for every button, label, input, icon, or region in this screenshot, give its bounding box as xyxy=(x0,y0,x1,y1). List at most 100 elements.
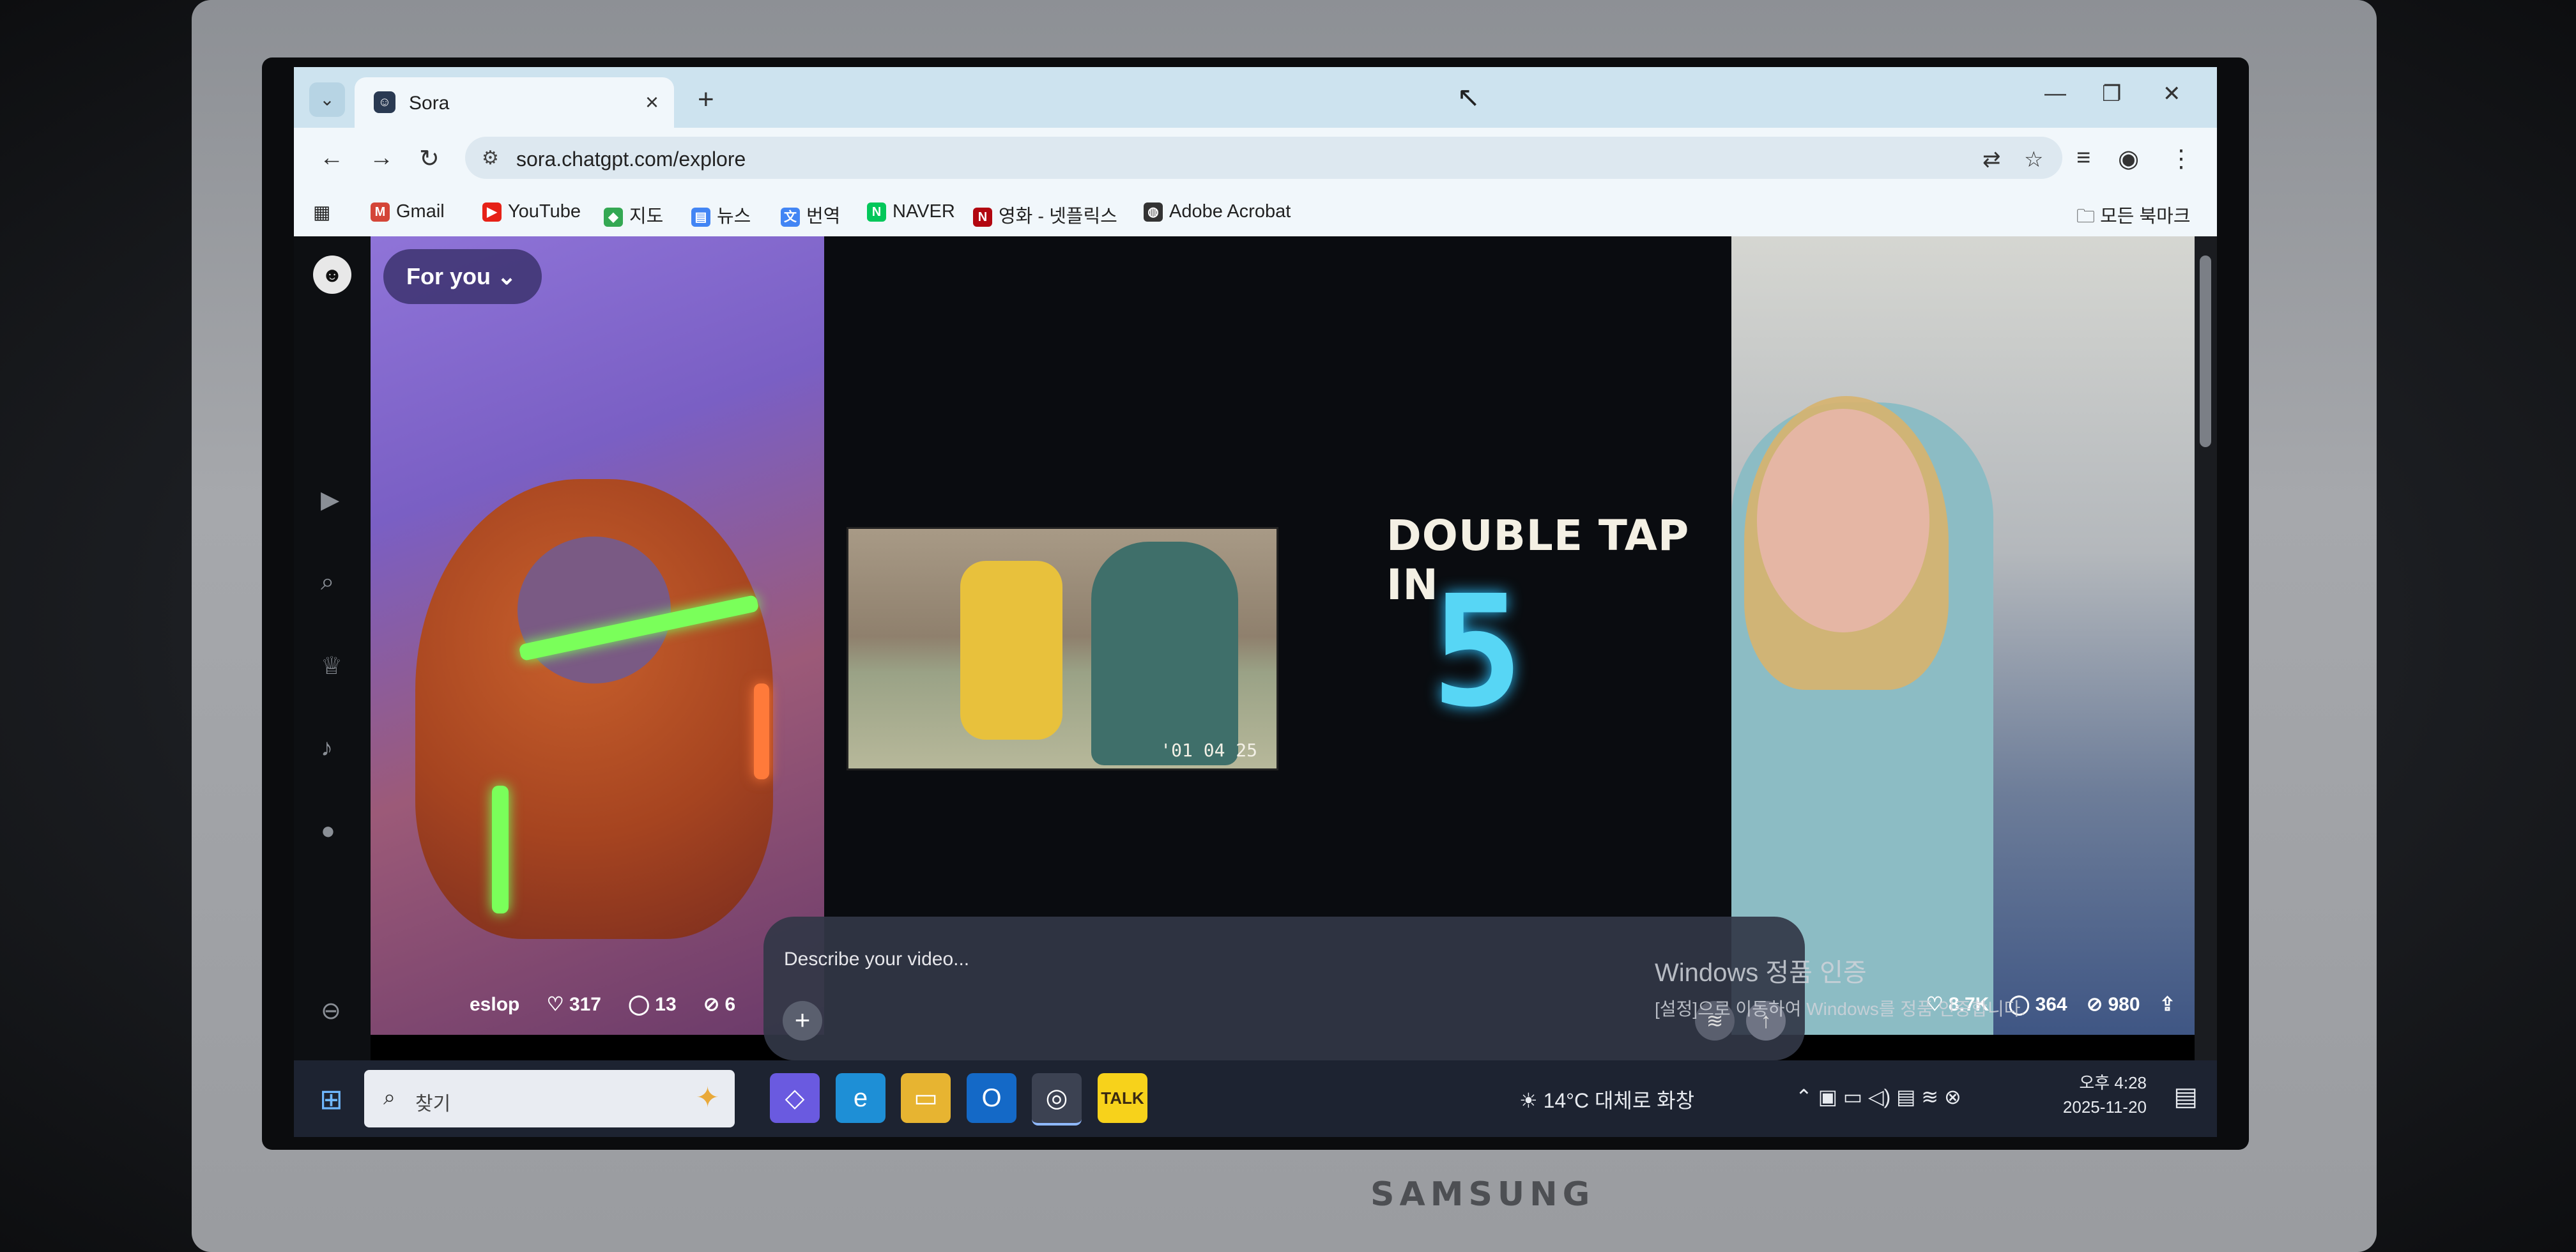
url-text: sora.chatgpt.com/explore xyxy=(516,148,746,171)
child-figure xyxy=(960,561,1062,740)
taskbar-search-input[interactable]: ⌕ 찾기 ✦ xyxy=(364,1070,735,1127)
search-placeholder: 찾기 xyxy=(415,1094,451,1115)
laptop-brand: SAMSUNG xyxy=(1370,1175,1595,1214)
copilot-app-icon[interactable]: ◇ xyxy=(770,1073,820,1123)
bookmark-adobe-acrobat[interactable]: ◍ Adobe Acrobat xyxy=(1144,201,1291,222)
remix-count[interactable]: ⊘ 6 xyxy=(703,994,735,1015)
sidebar: ☻ ▶ ⌕ ♕ ♪ ● ⊖ xyxy=(294,236,371,1060)
maps-icon: ◆ xyxy=(604,208,623,227)
woman-face xyxy=(1757,409,1929,632)
close-tab-icon[interactable]: × xyxy=(645,89,659,116)
scrollbar-thumb[interactable] xyxy=(2200,256,2211,447)
clock-date: 2025-11-20 xyxy=(2062,1097,2147,1117)
profile-avatar-icon[interactable]: ● xyxy=(321,818,335,845)
bookmark-translate[interactable]: 文 번역 xyxy=(781,201,840,228)
glow-stick xyxy=(492,786,509,913)
prompt-input[interactable]: Describe your video... xyxy=(784,949,969,970)
chrome-app-icon[interactable]: ◎ xyxy=(1032,1073,1082,1126)
bookmark-news[interactable]: ▤ 뉴스 xyxy=(691,201,751,228)
tab-title: Sora xyxy=(409,93,450,114)
menu-icon[interactable]: ⋮ xyxy=(2169,144,2193,173)
minimize-button[interactable]: — xyxy=(2044,81,2066,106)
globe-icon: ◍ xyxy=(1144,202,1163,222)
windows-start-icon[interactable]: ⊞ xyxy=(319,1083,343,1116)
edge-app-icon[interactable]: e xyxy=(836,1073,885,1123)
sora-explore-page: ☻ ▶ ⌕ ♕ ♪ ● ⊖ eslop ♡ 317 ◯ 13 ⊘ 6 For y… xyxy=(294,236,2217,1060)
remix-count[interactable]: ⊘ 980 xyxy=(2087,994,2140,1015)
video-1-stats: eslop ♡ 317 ◯ 13 ⊘ 6 xyxy=(470,993,757,1016)
tab-search-button[interactable]: ⌄ xyxy=(309,82,345,117)
translate-bookmark-icon: 文 xyxy=(781,208,800,227)
all-bookmarks[interactable]: 🗀 모든 북마크 xyxy=(2076,201,2191,234)
naver-icon: N xyxy=(867,202,886,222)
site-info-icon[interactable]: ⚙ xyxy=(482,147,499,169)
bookmark-gmail[interactable]: M Gmail xyxy=(371,201,445,222)
translate-icon[interactable]: ⇄ xyxy=(1982,147,2001,172)
kakaotalk-app-icon[interactable]: TALK xyxy=(1098,1073,1147,1123)
page-scrollbar[interactable] xyxy=(2195,236,2217,1060)
new-tab-button[interactable]: + xyxy=(698,84,714,116)
bookmark-naver[interactable]: N NAVER xyxy=(867,201,955,222)
notification-icon[interactable]: ▤ xyxy=(2174,1082,2198,1111)
prompt-composer[interactable]: Describe your video... + ≋ ↑ xyxy=(763,917,1805,1060)
clock-time: 오후 4:28 xyxy=(2079,1073,2147,1092)
bookmark-star-icon[interactable]: ☆ xyxy=(2024,147,2043,172)
sora-logo-icon[interactable]: ☻ xyxy=(313,256,351,294)
search-icon: ⌕ xyxy=(383,1085,396,1110)
video-card-1[interactable]: eslop ♡ 317 ◯ 13 ⊘ 6 xyxy=(371,236,824,1035)
tab-sora[interactable]: ☺ Sora × xyxy=(355,77,674,128)
copilot-sparkle-icon: ✦ xyxy=(696,1082,719,1113)
glow-stick xyxy=(754,683,769,779)
video-card-2[interactable]: '01 04 25 DOUBLE TAP IN 5 xyxy=(824,236,1731,920)
gmail-icon: M xyxy=(371,202,390,222)
video-author[interactable]: eslop xyxy=(470,994,519,1015)
bookmark-youtube[interactable]: ▶ YouTube xyxy=(482,201,581,222)
feed-filter-dropdown[interactable]: For you ⌄ xyxy=(383,249,542,304)
add-attachment-button[interactable]: + xyxy=(783,1001,822,1041)
video-card-3[interactable]: ♡ 8.7K ◯ 364 ⊘ 980 ⇪ xyxy=(1731,236,2195,1035)
address-input[interactable]: ⚙ sora.chatgpt.com/explore ⇄ ☆ xyxy=(465,137,2062,179)
apps-grid-icon[interactable]: ▦ xyxy=(313,201,330,224)
media-control-icon[interactable]: ≡ xyxy=(2076,144,2090,172)
bell-icon[interactable]: ♪ xyxy=(321,735,333,762)
netflix-icon: N xyxy=(973,208,992,227)
restore-button[interactable]: ❐ xyxy=(2102,81,2121,107)
collapse-icon[interactable]: ⊖ xyxy=(321,996,341,1025)
photo-date-stamp: '01 04 25 xyxy=(1160,740,1257,761)
file-explorer-icon[interactable]: ▭ xyxy=(901,1073,951,1123)
bookmark-netflix[interactable]: N 영화 - 넷플릭스 xyxy=(973,201,1117,228)
reload-icon[interactable]: ↻ xyxy=(419,144,440,173)
man-figure xyxy=(1091,542,1238,765)
video-photo: '01 04 25 xyxy=(847,527,1278,770)
windows-activation-watermark: Windows 정품 인증 [설정]으로 이동하여 Windows를 정품 인증… xyxy=(1655,952,2025,1021)
screen: ⌄ ☺ Sora × + ↖ — ❐ ✕ ← → ↻ ⚙ sora.chatgp… xyxy=(294,67,2217,1137)
trophy-icon[interactable]: ♕ xyxy=(321,652,342,680)
search-icon[interactable]: ⌕ xyxy=(321,569,334,596)
like-count[interactable]: ♡ 317 xyxy=(547,994,601,1015)
home-icon[interactable]: ▶ xyxy=(321,485,339,514)
profile-icon[interactable]: ◉ xyxy=(2118,144,2139,173)
forward-icon[interactable]: → xyxy=(369,144,394,172)
mouse-cursor-icon: ↖ xyxy=(1457,82,1480,113)
folder-icon: 🗀 xyxy=(2076,206,2101,227)
address-bar-row: ← → ↻ ⚙ sora.chatgpt.com/explore ⇄ ☆ ≡ ◉… xyxy=(294,128,2217,188)
share-icon[interactable]: ⇪ xyxy=(2159,994,2175,1015)
back-icon[interactable]: ← xyxy=(319,144,344,172)
orangutan-face xyxy=(518,537,671,683)
bookmark-maps[interactable]: ◆ 지도 xyxy=(604,201,663,228)
countdown-number: 5 xyxy=(1431,562,1524,741)
bookmarks-bar: ▦ M Gmail ▶ YouTube ◆ 지도 ▤ 뉴스 文 번역 N NAVER N 영화… xyxy=(294,188,2217,237)
comment-count[interactable]: ◯ 13 xyxy=(628,994,676,1015)
sora-favicon-icon: ☺ xyxy=(374,91,395,113)
close-window-button[interactable]: ✕ xyxy=(2163,81,2181,107)
windows-taskbar: ⊞ ⌕ 찾기 ✦ ◇ e ▭ O ◎ TALK ☀ 14°C 대체로 화창 ⌃ … xyxy=(294,1060,2217,1137)
watermark-line-1: Windows 정품 인증 xyxy=(1655,959,1867,987)
system-tray-icons[interactable]: ⌃ ▣ ▭ ◁) ▤ ≋ ⊗ xyxy=(1795,1085,1961,1109)
news-icon: ▤ xyxy=(691,208,710,227)
taskbar-clock[interactable]: 오후 4:28 2025-11-20 xyxy=(2063,1071,2147,1119)
tab-bar: ⌄ ☺ Sora × + ↖ — ❐ ✕ xyxy=(294,67,2217,128)
outlook-app-icon[interactable]: O xyxy=(967,1073,1016,1123)
youtube-icon: ▶ xyxy=(482,202,502,222)
watermark-line-2: [설정]으로 이동하여 Windows를 정품 인증합니다. xyxy=(1655,999,2026,1019)
weather-widget[interactable]: ☀ 14°C 대체로 화창 xyxy=(1519,1085,1694,1114)
